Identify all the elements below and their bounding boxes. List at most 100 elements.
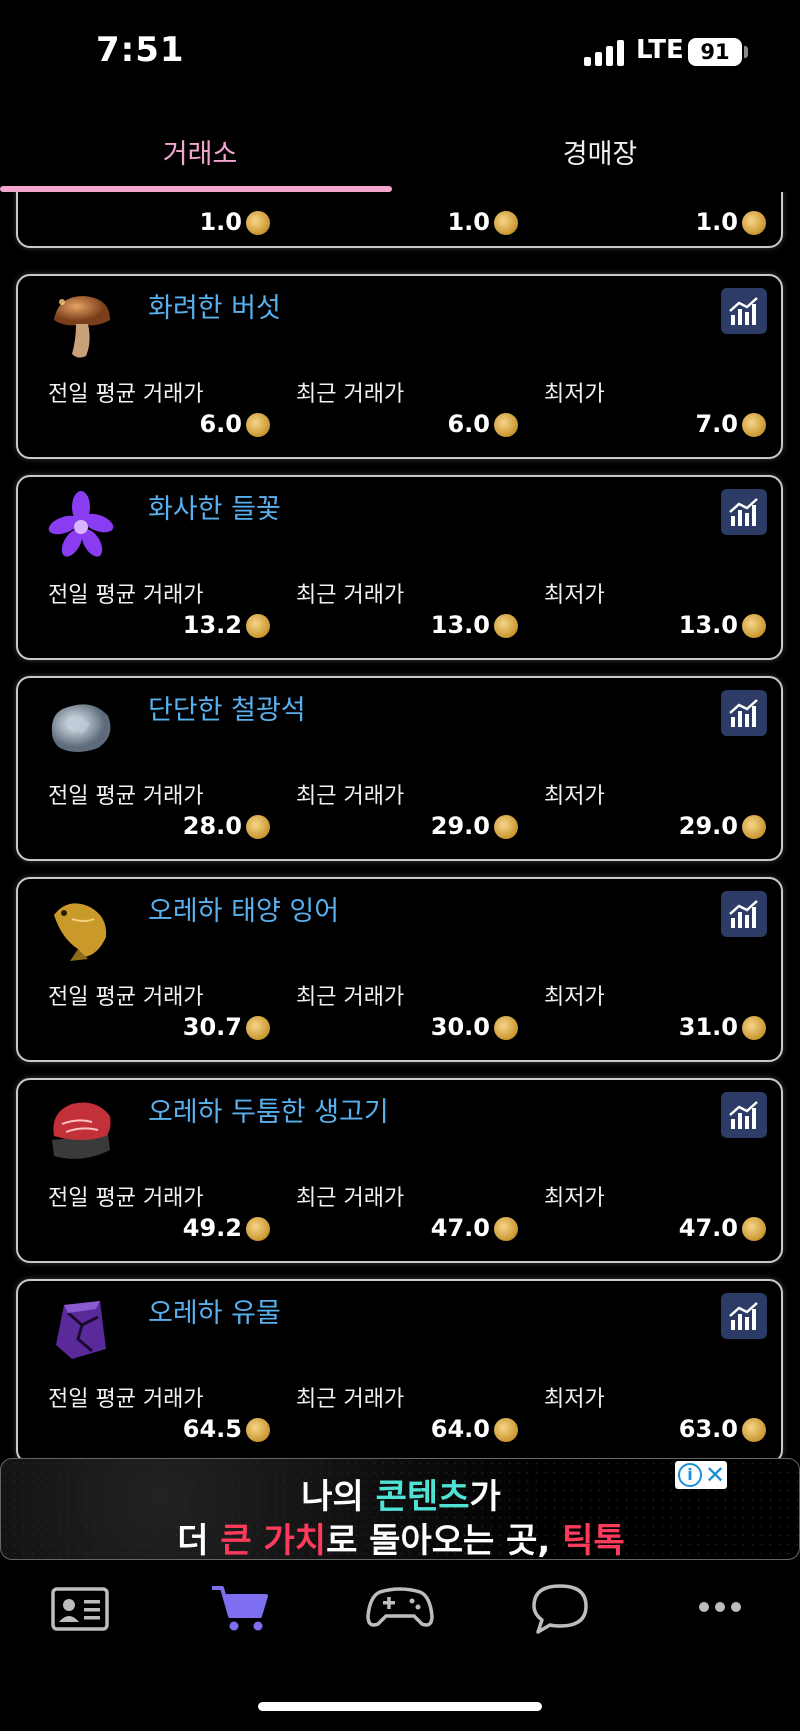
iron-ore-icon bbox=[51, 704, 111, 752]
status-bar: 7:51 LTE 91 bbox=[0, 0, 800, 100]
gold-coin-icon bbox=[494, 1418, 518, 1442]
prev-avg-label: 전일 평균 거래가 bbox=[48, 382, 204, 407]
nav-chat[interactable] bbox=[520, 1572, 600, 1642]
bottom-navigation bbox=[0, 1560, 800, 1731]
lowest-label: 최저가 bbox=[544, 583, 605, 608]
raw-meat-icon bbox=[52, 1102, 111, 1159]
gold-coin-icon bbox=[246, 815, 270, 839]
recent-label: 최근 거래가 bbox=[296, 1186, 405, 1211]
gold-coin-icon bbox=[742, 211, 766, 235]
gold-coin-icon bbox=[742, 815, 766, 839]
recent-price: 47.0 bbox=[430, 1214, 490, 1242]
gold-coin-icon bbox=[246, 413, 270, 437]
lowest-label: 최저가 bbox=[544, 985, 605, 1010]
price-chart-button[interactable] bbox=[721, 1092, 767, 1138]
prev-avg-label: 전일 평균 거래가 bbox=[48, 985, 204, 1010]
purple-flower-icon bbox=[48, 491, 114, 557]
item-card[interactable]: 오레하 태양 잉어 전일 평균 거래가 최근 거래가 최저가 30.7 30.0… bbox=[16, 877, 783, 1062]
tab-auction[interactable]: 경매장 bbox=[400, 132, 800, 171]
recent-price: 29.0 bbox=[430, 812, 490, 840]
item-card[interactable]: 화사한 들꽃 전일 평균 거래가 최근 거래가 최저가 13.2 13.0 13… bbox=[16, 475, 783, 660]
golden-carp-icon bbox=[54, 903, 107, 961]
ad-banner[interactable]: 나의 콘텐츠가 더 큰 가치로 돌아오는 곳, 틱톡 i ✕ bbox=[0, 1458, 800, 1560]
lowest-price: 29.0 bbox=[678, 812, 738, 840]
recent-price: 64.0 bbox=[430, 1415, 490, 1443]
item-list[interactable]: 1.0 1.0 1.0 화려한 버섯 전일 평균 거래가 최근 거래가 최저가 … bbox=[0, 192, 800, 1458]
prev-avg-price: 28.0 bbox=[182, 812, 242, 840]
price-chart-button[interactable] bbox=[721, 288, 767, 334]
lowest-price: 1.0 bbox=[695, 208, 738, 236]
relic-stone-icon bbox=[56, 1301, 106, 1359]
ad-text: 로 돌아오는 곳, bbox=[326, 1521, 563, 1560]
prev-avg-price: 64.5 bbox=[182, 1415, 242, 1443]
gold-coin-icon bbox=[494, 614, 518, 638]
ad-brand: 틱톡 bbox=[562, 1521, 625, 1560]
market-tabs: 거래소 경매장 bbox=[0, 112, 800, 192]
price-chart-button[interactable] bbox=[721, 489, 767, 535]
item-name: 오레하 유물 bbox=[148, 1298, 281, 1329]
lowest-price: 63.0 bbox=[678, 1415, 738, 1443]
ad-choices: i ✕ bbox=[675, 1461, 727, 1489]
ad-text: 나의 bbox=[301, 1477, 376, 1517]
gold-coin-icon bbox=[246, 614, 270, 638]
recent-label: 최근 거래가 bbox=[296, 382, 405, 407]
item-card[interactable]: 화려한 버섯 전일 평균 거래가 최근 거래가 최저가 6.0 6.0 7.0 bbox=[16, 274, 783, 459]
chart-icon bbox=[729, 699, 758, 727]
gold-coin-icon bbox=[742, 413, 766, 437]
ad-text-highlight: 큰 가치 bbox=[220, 1521, 327, 1560]
item-name: 단단한 철광석 bbox=[148, 695, 306, 726]
gold-coin-icon bbox=[246, 211, 270, 235]
lowest-price: 47.0 bbox=[678, 1214, 738, 1242]
cart-icon bbox=[212, 1586, 268, 1631]
item-card[interactable]: 오레하 두툼한 생고기 전일 평균 거래가 최근 거래가 최저가 49.2 47… bbox=[16, 1078, 783, 1263]
chart-icon bbox=[729, 1101, 758, 1129]
home-indicator[interactable] bbox=[258, 1702, 542, 1711]
prev-avg-label: 전일 평균 거래가 bbox=[48, 583, 204, 608]
gold-coin-icon bbox=[246, 1418, 270, 1442]
ad-info-icon[interactable]: i bbox=[678, 1463, 702, 1487]
gold-coin-icon bbox=[494, 815, 518, 839]
ad-text-highlight: 콘텐츠 bbox=[375, 1477, 470, 1517]
nav-games[interactable] bbox=[360, 1572, 440, 1642]
price-chart-button[interactable] bbox=[721, 690, 767, 736]
ad-subline: 더 큰 가치로 돌아오는 곳, 틱톡 bbox=[1, 1513, 799, 1560]
nav-market[interactable] bbox=[200, 1572, 280, 1642]
gold-coin-icon bbox=[494, 211, 518, 235]
recent-label: 최근 거래가 bbox=[296, 784, 405, 809]
chart-icon bbox=[729, 1302, 758, 1330]
more-dots-icon bbox=[699, 1602, 741, 1612]
profile-card-icon bbox=[51, 1587, 109, 1631]
lowest-label: 최저가 bbox=[544, 382, 605, 407]
signal-icon bbox=[584, 40, 626, 66]
ad-text: 가 bbox=[469, 1477, 501, 1517]
recent-price: 30.0 bbox=[430, 1013, 490, 1041]
gold-coin-icon bbox=[494, 413, 518, 437]
price-chart-button[interactable] bbox=[721, 1293, 767, 1339]
nav-profile[interactable] bbox=[40, 1572, 120, 1642]
lowest-label: 최저가 bbox=[544, 1387, 605, 1412]
item-name: 오레하 태양 잉어 bbox=[148, 896, 340, 927]
ad-close-icon[interactable]: ✕ bbox=[705, 1461, 725, 1489]
recent-price: 1.0 bbox=[447, 208, 490, 236]
nav-more[interactable] bbox=[680, 1572, 760, 1642]
prev-avg-price: 13.2 bbox=[182, 611, 242, 639]
gold-coin-icon bbox=[246, 1217, 270, 1241]
battery-tip bbox=[744, 46, 748, 58]
lowest-price: 31.0 bbox=[678, 1013, 738, 1041]
lowest-price: 13.0 bbox=[678, 611, 738, 639]
item-card[interactable]: 단단한 철광석 전일 평균 거래가 최근 거래가 최저가 28.0 29.0 2… bbox=[16, 676, 783, 861]
prev-avg-price: 30.7 bbox=[182, 1013, 242, 1041]
item-card-partial[interactable]: 1.0 1.0 1.0 bbox=[16, 192, 783, 248]
prev-avg-label: 전일 평균 거래가 bbox=[48, 784, 204, 809]
gold-coin-icon bbox=[494, 1016, 518, 1040]
prev-avg-price: 49.2 bbox=[182, 1214, 242, 1242]
recent-price: 6.0 bbox=[447, 410, 490, 438]
item-card[interactable]: 오레하 유물 전일 평균 거래가 최근 거래가 최저가 64.5 64.0 63… bbox=[16, 1279, 783, 1458]
item-name: 화사한 들꽃 bbox=[148, 494, 281, 525]
lowest-label: 최저가 bbox=[544, 784, 605, 809]
prev-avg-label: 전일 평균 거래가 bbox=[48, 1186, 204, 1211]
price-chart-button[interactable] bbox=[721, 891, 767, 937]
prev-avg-price: 6.0 bbox=[199, 410, 242, 438]
recent-label: 최근 거래가 bbox=[296, 583, 405, 608]
tab-exchange[interactable]: 거래소 bbox=[0, 132, 400, 171]
